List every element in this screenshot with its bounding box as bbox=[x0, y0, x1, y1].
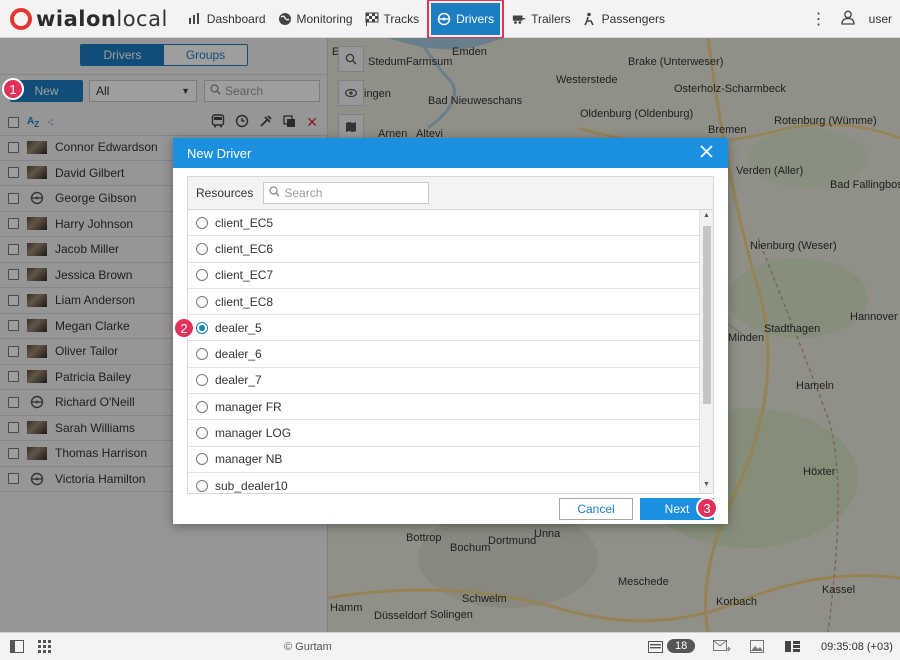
passenger-icon bbox=[583, 12, 597, 26]
resource-label: manager FR bbox=[215, 399, 282, 414]
nav-drivers-highlight: Drivers bbox=[427, 0, 505, 39]
resource-label: client_EC8 bbox=[215, 294, 274, 309]
resource-list: client_EC5 client_EC6 client_EC7 client_EC8… bbox=[187, 210, 714, 494]
resource-radio[interactable] bbox=[196, 479, 208, 492]
search-icon bbox=[269, 186, 280, 200]
resource-radio[interactable] bbox=[196, 374, 208, 387]
cancel-button[interactable]: Cancel bbox=[559, 498, 633, 520]
resource-label: manager LOG bbox=[215, 426, 292, 441]
resource-label: manager NB bbox=[215, 452, 283, 467]
nav-trailers-label: Trailers bbox=[531, 11, 571, 26]
scroll-up-icon[interactable]: ▲ bbox=[703, 212, 710, 219]
resource-row[interactable]: manager NB bbox=[188, 447, 700, 473]
resource-label: dealer_6 bbox=[215, 347, 262, 362]
nav-trailers[interactable]: Trailers bbox=[506, 0, 577, 38]
globe-icon bbox=[278, 12, 292, 26]
notification-count-badge[interactable]: 18 bbox=[667, 639, 696, 653]
user-icon[interactable] bbox=[841, 10, 855, 28]
resources-bar: Resources Search bbox=[187, 176, 714, 210]
nav-drivers[interactable]: Drivers bbox=[431, 2, 501, 35]
logo-text-main: wialon bbox=[36, 6, 117, 31]
resource-radio[interactable] bbox=[196, 269, 208, 282]
image-icon[interactable] bbox=[750, 640, 764, 656]
step-marker: 3 bbox=[696, 497, 718, 519]
resource-radio[interactable] bbox=[196, 295, 208, 308]
resources-label: Resources bbox=[196, 186, 254, 200]
more-menu-icon[interactable]: ⋮ bbox=[811, 9, 827, 29]
bottom-bar: © Gurtam 18 09:35:08 (+03) bbox=[0, 632, 900, 660]
scroll-down-icon[interactable]: ▼ bbox=[703, 481, 710, 488]
clock-time: 09:35:08 (+03) bbox=[821, 641, 893, 653]
resource-row[interactable]: dealer_7 bbox=[188, 368, 700, 395]
notifications-icon[interactable] bbox=[648, 641, 663, 656]
user-name[interactable]: user bbox=[869, 12, 892, 26]
chart-icon bbox=[188, 12, 202, 26]
nav-passengers-label: Passengers bbox=[601, 11, 666, 26]
nav-dashboard[interactable]: Dashboard bbox=[182, 0, 272, 38]
nav-tracks-label: Tracks bbox=[383, 11, 420, 26]
step-marker: 1 bbox=[2, 78, 24, 100]
resource-row[interactable]: manager FR bbox=[188, 394, 700, 421]
resource-label: dealer_5 bbox=[215, 320, 262, 335]
logo-ring-icon bbox=[10, 7, 32, 30]
messages-icon[interactable] bbox=[713, 640, 731, 656]
trailer-icon bbox=[512, 12, 526, 26]
scrollbar-thumb[interactable] bbox=[703, 226, 711, 404]
copyright-text: © Gurtam bbox=[284, 641, 332, 653]
nav-dashboard-label: Dashboard bbox=[206, 11, 266, 26]
panel-toggle-icon[interactable] bbox=[10, 640, 24, 656]
grid-icon[interactable] bbox=[38, 640, 51, 656]
scrollbar[interactable]: ▲ ▼ bbox=[699, 210, 713, 493]
layout-icon[interactable] bbox=[785, 641, 800, 655]
app-logo[interactable]: wialonlocal bbox=[10, 0, 168, 38]
resource-radio[interactable] bbox=[196, 242, 208, 255]
resource-label: client_EC6 bbox=[215, 241, 274, 256]
resource-row[interactable]: dealer_5 bbox=[188, 315, 700, 342]
steering-wheel-icon bbox=[437, 12, 451, 26]
resource-radio[interactable] bbox=[196, 321, 208, 334]
nav-tracks[interactable]: Tracks bbox=[359, 0, 426, 38]
resource-row[interactable]: client_EC7 bbox=[188, 263, 700, 289]
resource-row[interactable]: client_EC8 bbox=[188, 289, 700, 316]
resource-row[interactable]: sub_dealer10 bbox=[188, 473, 700, 493]
step-marker: 2 bbox=[173, 317, 195, 339]
resource-label: sub_dealer10 bbox=[215, 478, 288, 493]
resource-radio[interactable] bbox=[196, 216, 208, 229]
resource-label: dealer_7 bbox=[215, 373, 262, 388]
resource-search-placeholder: Search bbox=[284, 186, 323, 200]
resource-search-input[interactable]: Search bbox=[263, 182, 430, 204]
resource-label: client_EC5 bbox=[215, 215, 274, 230]
resource-radio[interactable] bbox=[196, 348, 208, 361]
resource-row[interactable]: manager LOG bbox=[188, 420, 700, 447]
close-icon[interactable] bbox=[700, 145, 714, 159]
flag-icon bbox=[365, 12, 379, 26]
resource-radio[interactable] bbox=[196, 427, 208, 440]
new-driver-dialog: New Driver Resources Search client_EC5 cl… bbox=[173, 138, 728, 524]
resource-label: client_EC7 bbox=[215, 268, 274, 283]
resource-radio[interactable] bbox=[196, 453, 208, 466]
nav-drivers-label: Drivers bbox=[456, 11, 495, 26]
top-bar: wialonlocal Dashboard Monitoring Tracks … bbox=[0, 0, 900, 39]
dialog-title: New Driver bbox=[187, 145, 252, 161]
resource-row[interactable]: dealer_6 bbox=[188, 341, 700, 368]
nav-monitoring[interactable]: Monitoring bbox=[272, 0, 359, 38]
resource-row[interactable]: client_EC5 bbox=[188, 210, 700, 237]
nav-passengers[interactable]: Passengers bbox=[577, 0, 671, 38]
logo-text-sub: local bbox=[116, 6, 168, 31]
resource-radio[interactable] bbox=[196, 400, 208, 413]
nav-monitoring-label: Monitoring bbox=[296, 11, 353, 26]
dialog-header: New Driver bbox=[173, 138, 728, 168]
resource-row[interactable]: client_EC6 bbox=[188, 236, 700, 263]
